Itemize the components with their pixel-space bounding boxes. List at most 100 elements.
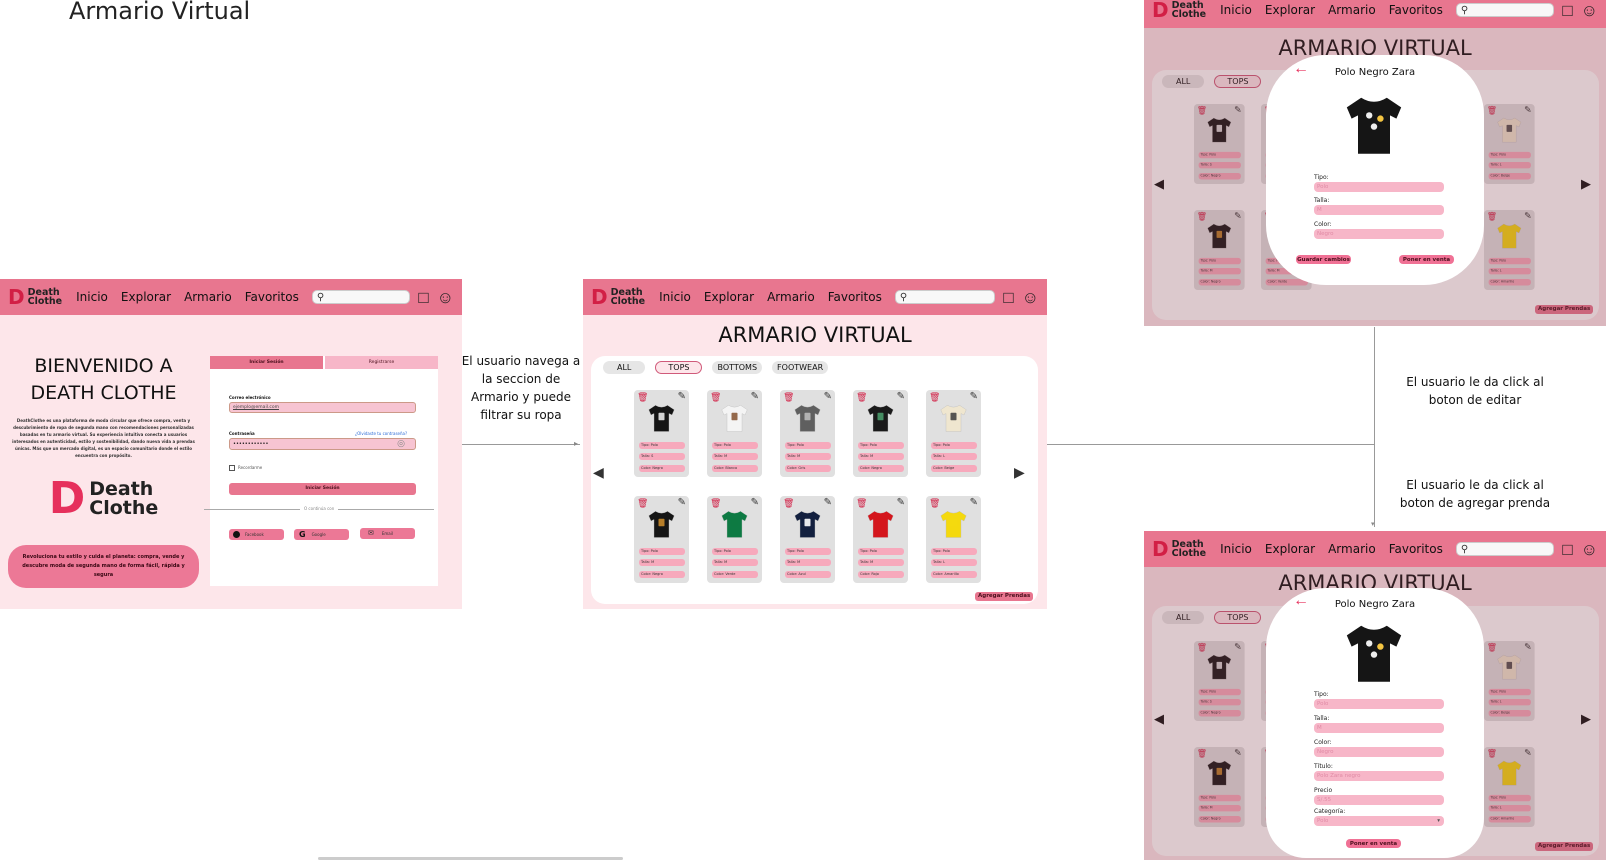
edit-icon[interactable]: ✎ — [751, 497, 759, 508]
item-color: Color: Blanco — [712, 465, 758, 472]
trash-icon[interactable]: 🗑 — [710, 392, 721, 403]
email-field[interactable]: ejemplo@email.com — [229, 402, 416, 413]
item-color: Color: Negro — [639, 465, 685, 472]
add-items-button[interactable]: Agregar Prendas — [975, 592, 1034, 601]
login-button[interactable]: Iniciar Sesión — [229, 483, 416, 495]
edit-icon[interactable]: ✎ — [678, 497, 686, 508]
edit-icon[interactable]: ✎ — [824, 497, 832, 508]
edit-icon[interactable]: ✎ — [824, 391, 832, 402]
tipo-field[interactable]: Polo — [1314, 182, 1444, 192]
trash-icon[interactable]: 🗑 — [856, 392, 867, 403]
prev-arrow-icon[interactable]: ◀ — [593, 464, 604, 481]
nav-armario[interactable]: Armario — [1328, 3, 1376, 17]
sell-button[interactable]: Poner en venta — [1399, 255, 1454, 264]
item-card[interactable]: 🗑 ✎ Tipo: Polo Talla: M Color: Negro — [853, 390, 908, 477]
chat-icon[interactable]: □ — [418, 289, 428, 306]
email-button[interactable]: ✉ Email — [360, 528, 415, 539]
forgot-password-link[interactable]: ¿Olvidaste tu contraseña? — [355, 431, 407, 436]
logo[interactable]: D Death Clothe — [1152, 0, 1206, 20]
sell-button[interactable]: Poner en venta — [1346, 839, 1401, 848]
edit-icon[interactable]: ✎ — [678, 391, 686, 402]
edit-icon[interactable]: ✎ — [897, 497, 905, 508]
item-talla: Talla: M — [785, 559, 831, 566]
trash-icon[interactable]: 🗑 — [929, 392, 940, 403]
save-changes-button[interactable]: Guardar cambios — [1296, 255, 1351, 264]
nav-favoritos[interactable]: Favoritos — [1389, 542, 1443, 556]
edit-icon[interactable]: ✎ — [970, 391, 978, 402]
edit-icon[interactable]: ✎ — [897, 391, 905, 402]
nav-inicio[interactable]: Inicio — [659, 290, 691, 304]
nav-favoritos[interactable]: Favoritos — [1389, 3, 1443, 17]
logo[interactable]: D Death Clothe — [1152, 539, 1206, 559]
edit-icon[interactable]: ✎ — [751, 391, 759, 402]
trash-icon[interactable]: 🗑 — [929, 498, 940, 509]
search-input[interactable]: ⚲ — [1455, 3, 1555, 17]
search-input[interactable]: ⚲ — [311, 290, 411, 304]
tab-register[interactable]: Registrarse — [325, 356, 438, 369]
nav-inicio[interactable]: Inicio — [1220, 542, 1252, 556]
tab-login[interactable]: Iniciar Sesión — [210, 356, 323, 369]
talla-field[interactable]: M — [1314, 205, 1444, 215]
item-card[interactable]: 🗑 ✎ Tipo: Polo Talla: M Color: Azul — [780, 496, 835, 583]
item-image — [1346, 97, 1402, 154]
chat-icon[interactable]: □ — [1562, 2, 1572, 19]
color-field[interactable]: Negro — [1314, 229, 1444, 239]
categoria-select[interactable]: Polo ▾ — [1314, 816, 1444, 826]
item-tipo: Tipo: Polo — [858, 442, 904, 449]
user-icon[interactable]: ☺ — [1581, 2, 1598, 19]
nav-inicio[interactable]: Inicio — [76, 290, 108, 304]
trash-icon[interactable]: 🗑 — [783, 498, 794, 509]
tipo-field[interactable]: Polo — [1314, 699, 1444, 709]
facebook-button[interactable]: Facebook — [229, 529, 284, 540]
nav-armario[interactable]: Armario — [1328, 542, 1376, 556]
filter-all[interactable]: ALL — [603, 361, 646, 374]
filter-bottoms[interactable]: BOTTOMS — [712, 361, 763, 374]
titulo-field[interactable]: Polo Zara negro — [1314, 771, 1444, 781]
chat-icon[interactable]: □ — [1562, 541, 1572, 558]
nav-armario[interactable]: Armario — [184, 290, 232, 304]
next-arrow-icon[interactable]: ▶ — [1014, 464, 1025, 481]
item-card[interactable]: 🗑 ✎ Tipo: Polo Talla: S Color: Negro — [634, 390, 689, 477]
nav-explorar[interactable]: Explorar — [1265, 3, 1315, 17]
search-input[interactable]: ⚲ — [894, 290, 996, 304]
filter-footwear[interactable]: FOOTWEAR — [772, 361, 829, 374]
search-input[interactable]: ⚲ — [1455, 542, 1555, 556]
item-card[interactable]: 🗑 ✎ Tipo: Polo Talla: L Color: Amarillo — [926, 496, 981, 583]
user-icon[interactable]: ☺ — [437, 289, 454, 306]
trash-icon[interactable]: 🗑 — [710, 498, 721, 509]
precio-field[interactable]: S/.55 — [1314, 795, 1444, 805]
item-card[interactable]: 🗑 ✎ Tipo: Polo Talla: M Color: Negro — [634, 496, 689, 583]
nav-favoritos[interactable]: Favoritos — [828, 290, 882, 304]
or-label: O continúa con — [300, 506, 339, 511]
trash-icon[interactable]: 🗑 — [783, 392, 794, 403]
navigate-note: El usuario navega a la seccion de Armari… — [461, 354, 581, 422]
nav-favoritos[interactable]: Favoritos — [245, 290, 299, 304]
logo[interactable]: D Death Clothe — [591, 287, 645, 307]
nav-explorar[interactable]: Explorar — [121, 290, 171, 304]
nav-explorar[interactable]: Explorar — [1265, 542, 1315, 556]
nav-explorar[interactable]: Explorar — [704, 290, 754, 304]
nav-armario[interactable]: Armario — [767, 290, 815, 304]
item-card[interactable]: 🗑 ✎ Tipo: Polo Talla: M Color: Blanco — [707, 390, 762, 477]
edit-icon[interactable]: ✎ — [970, 497, 978, 508]
nav-inicio[interactable]: Inicio — [1220, 3, 1252, 17]
trash-icon[interactable]: 🗑 — [856, 498, 867, 509]
item-card[interactable]: 🗑 ✎ Tipo: Polo Talla: M Color: Verde — [707, 496, 762, 583]
color-field[interactable]: Negro — [1314, 747, 1444, 757]
item-tipo: Tipo: Polo — [931, 442, 977, 449]
item-card[interactable]: 🗑 ✎ Tipo: Polo Talla: M Color: Gris — [780, 390, 835, 477]
logo[interactable]: D Death Clothe — [8, 287, 62, 307]
talla-field[interactable]: M — [1314, 723, 1444, 733]
password-field[interactable]: •••••••••••• ◎ — [229, 438, 416, 450]
item-card[interactable]: 🗑 ✎ Tipo: Polo Talla: L Color: Beige — [926, 390, 981, 477]
filter-tops[interactable]: TOPS — [655, 361, 703, 374]
item-card[interactable]: 🗑 ✎ Tipo: Polo Talla: M Color: Rojo — [853, 496, 908, 583]
user-icon[interactable]: ☺ — [1581, 541, 1598, 558]
google-button[interactable]: G Google — [294, 529, 349, 540]
trash-icon[interactable]: 🗑 — [637, 498, 648, 509]
user-icon[interactable]: ☺ — [1022, 289, 1039, 306]
chat-icon[interactable]: □ — [1003, 289, 1013, 306]
trash-icon[interactable]: 🗑 — [637, 392, 648, 403]
remember-checkbox[interactable] — [229, 465, 235, 471]
eye-icon[interactable]: ◎ — [397, 439, 405, 450]
